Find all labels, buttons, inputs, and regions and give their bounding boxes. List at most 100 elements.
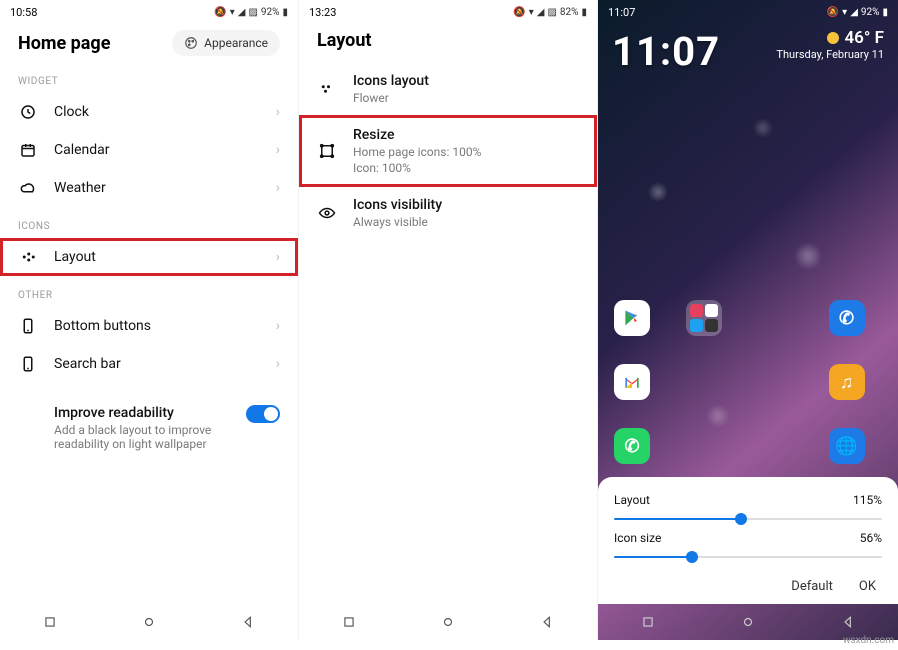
battery-icon: ▮ — [882, 7, 888, 18]
row-weather-label: Weather — [54, 180, 260, 196]
section-icons: ICONS — [0, 207, 298, 238]
icons-layout-sub: Flower — [353, 91, 579, 105]
row-search-bar-label: Search bar — [54, 356, 260, 372]
signal-icon: ◢ — [537, 7, 545, 18]
resize-sub2: Icon: 100% — [353, 161, 579, 175]
battery-text: 92% — [861, 7, 880, 18]
row-layout[interactable]: Layout › — [0, 238, 298, 276]
readability-sub: Add a black layout to improve readabilit… — [54, 423, 230, 451]
status-icons-right: 🔕 ▾ ◢ 92% ▮ — [826, 7, 888, 18]
battery-text: 92% — [261, 7, 280, 18]
app-grid-row3: ✆ 🌐 — [598, 428, 898, 464]
chevron-right-icon: › — [276, 356, 280, 372]
resize-sheet: Layout 115% Icon size 56% Default OK — [598, 477, 898, 604]
resize-label: Resize — [353, 127, 579, 143]
app-phone[interactable]: ✆ — [829, 300, 865, 336]
sheet-default-button[interactable]: Default — [791, 579, 833, 594]
row-icons-visibility[interactable]: Icons visibility Always visible — [299, 187, 597, 239]
row-icons-layout[interactable]: Icons layout Flower — [299, 57, 597, 115]
section-other: OTHER — [0, 276, 298, 307]
watermark: wsxdn.com — [843, 635, 894, 646]
chevron-right-icon: › — [276, 104, 280, 120]
row-improve-readability[interactable]: Improve readability Add a black layout t… — [0, 395, 298, 461]
nav-recent-icon[interactable] — [340, 613, 358, 631]
phone-icon — [18, 317, 38, 335]
chevron-right-icon: › — [276, 318, 280, 334]
home-date: Thursday, February 11 — [776, 48, 884, 61]
appearance-button[interactable]: Appearance — [172, 30, 280, 56]
nav-home-icon[interactable] — [439, 613, 457, 631]
signal-icon: ◢ — [850, 7, 858, 18]
eye-icon — [317, 204, 337, 222]
cloud-icon — [18, 179, 38, 197]
layout-icon — [18, 248, 38, 266]
bell-off-icon: 🔕 — [513, 7, 525, 18]
no-sim-icon: ▨ — [248, 7, 257, 18]
sheet-icon-value: 56% — [860, 531, 882, 545]
wifi-icon: ▾ — [529, 7, 534, 18]
app-music[interactable]: ♫ — [829, 364, 865, 400]
app-whatsapp[interactable]: ✆ — [614, 428, 650, 464]
status-time: 11:07 — [608, 6, 635, 19]
app-playstore[interactable] — [614, 300, 650, 336]
nav-home-icon[interactable] — [140, 613, 158, 631]
sheet-layout-label: Layout — [614, 493, 650, 507]
sheet-icon-label: Icon size — [614, 531, 661, 545]
visibility-label: Icons visibility — [353, 197, 579, 213]
app-browser[interactable]: 🌐 — [829, 428, 865, 464]
chevron-right-icon: › — [276, 180, 280, 196]
layout-slider[interactable] — [614, 511, 882, 527]
status-bar: 13:23 🔕 ▾ ◢ ▨ 82% ▮ — [299, 0, 597, 22]
sheet-ok-button[interactable]: OK — [859, 579, 876, 594]
resize-icon — [317, 142, 337, 160]
page-title: Home page — [18, 33, 110, 54]
row-clock-label: Clock — [54, 104, 260, 120]
nav-back-icon[interactable] — [839, 613, 857, 631]
row-bottom-buttons-label: Bottom buttons — [54, 318, 260, 334]
appearance-label: Appearance — [204, 36, 268, 50]
home-temp: 46° F — [844, 28, 884, 48]
row-layout-label: Layout — [54, 249, 260, 265]
status-time: 13:23 — [309, 6, 336, 19]
nav-back-icon[interactable] — [538, 613, 556, 631]
resize-sub1: Home page icons: 100% — [353, 145, 579, 159]
row-weather[interactable]: Weather › — [0, 169, 298, 207]
page-title: Layout — [317, 30, 372, 51]
row-calendar[interactable]: Calendar › — [0, 131, 298, 169]
icon-slider[interactable] — [614, 549, 882, 565]
android-nav-bar — [299, 604, 597, 640]
bell-off-icon: 🔕 — [827, 7, 839, 18]
nav-home-icon[interactable] — [739, 613, 757, 631]
bell-off-icon: 🔕 — [214, 7, 226, 18]
battery-text: 82% — [560, 7, 579, 18]
readability-title: Improve readability — [54, 405, 230, 421]
app-gmail[interactable] — [614, 364, 650, 400]
nav-recent-icon[interactable] — [41, 613, 59, 631]
calendar-icon — [18, 141, 38, 159]
row-resize[interactable]: Resize Home page icons: 100% Icon: 100% — [299, 115, 597, 187]
readability-toggle[interactable] — [246, 405, 280, 423]
battery-icon: ▮ — [581, 7, 587, 18]
status-bar: 11:07 🔕 ▾ ◢ 92% ▮ — [598, 0, 898, 22]
row-clock[interactable]: Clock › — [0, 93, 298, 131]
android-nav-bar — [0, 604, 298, 640]
status-icons-right: 🔕 ▾ ◢ ▨ 92% ▮ — [213, 7, 288, 18]
status-time: 10:58 — [10, 6, 37, 19]
nav-back-icon[interactable] — [239, 613, 257, 631]
status-bar: 10:58 🔕 ▾ ◢ ▨ 92% ▮ — [0, 0, 298, 22]
row-search-bar[interactable]: Search bar › — [0, 345, 298, 383]
status-icons-right: 🔕 ▾ ◢ ▨ 82% ▮ — [512, 7, 587, 18]
palette-icon — [184, 36, 198, 50]
app-grid: ✆ — [598, 300, 898, 336]
clock-icon — [18, 103, 38, 121]
app-folder[interactable] — [686, 300, 722, 336]
sun-icon — [827, 32, 839, 44]
dots-icon — [317, 80, 337, 98]
home-clock: 11:07 — [612, 28, 720, 75]
nav-recent-icon[interactable] — [639, 613, 657, 631]
chevron-right-icon: › — [276, 142, 280, 158]
sheet-layout-value: 115% — [853, 493, 882, 507]
battery-icon: ▮ — [282, 7, 288, 18]
row-bottom-buttons[interactable]: Bottom buttons › — [0, 307, 298, 345]
row-calendar-label: Calendar — [54, 142, 260, 158]
